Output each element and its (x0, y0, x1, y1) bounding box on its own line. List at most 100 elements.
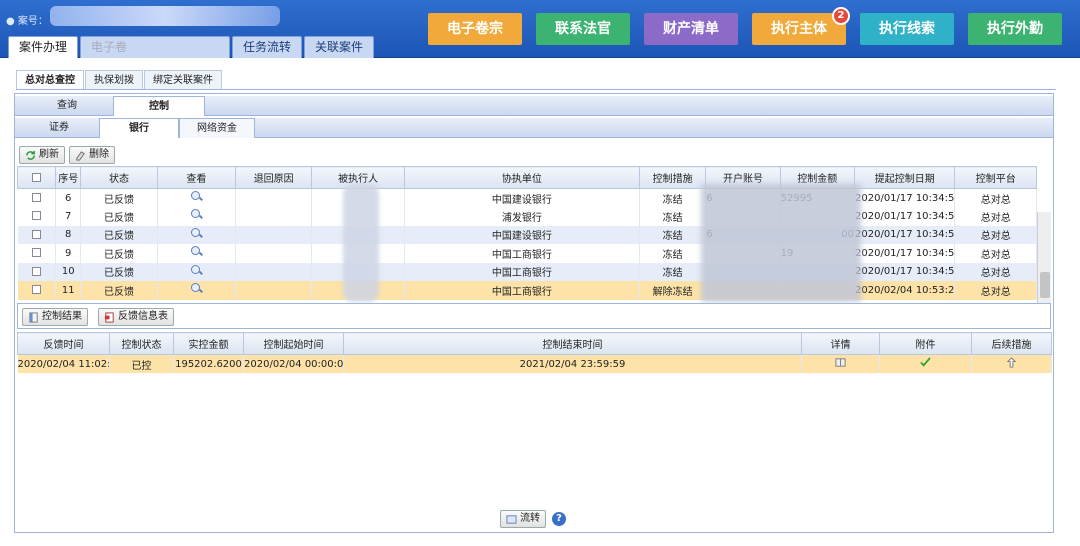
tab-bind-related[interactable]: 绑定关联案件 (144, 70, 222, 89)
row-unit: 中国工商银行 (404, 262, 640, 281)
col-no: 序号 (55, 166, 82, 189)
row-checkbox[interactable] (31, 266, 41, 276)
row-platform: 总对总 (954, 188, 1037, 207)
notification-badge: 2 (832, 7, 850, 25)
debtor-redacted (343, 184, 379, 302)
result-grid-header: 反馈时间 控制状态 实控金额 控制起始时间 控制结束时间 详情 附件 后续措施 (17, 332, 1052, 355)
row-no: 9 (55, 244, 82, 263)
view-cell (157, 207, 237, 226)
row-date: 2020/01/17 10:34:56 (854, 262, 956, 281)
magnifier-icon[interactable] (190, 209, 202, 220)
row-no: 10 (55, 262, 82, 281)
row-unit: 中国工商银行 (404, 281, 640, 300)
row-checkbox[interactable] (31, 229, 41, 239)
tab-control[interactable]: 控制 (113, 96, 205, 116)
tab-task-flow[interactable]: 任务流转 (232, 36, 303, 58)
row-unit: 中国建设银行 (404, 225, 640, 244)
delete-button[interactable]: 删除 (69, 146, 115, 164)
row-checkbox[interactable] (31, 193, 41, 202)
upload-arrow-icon[interactable] (1006, 357, 1017, 368)
flow-button[interactable]: 流转 (500, 510, 546, 528)
magnifier-icon[interactable] (190, 191, 202, 202)
row-status: 已反馈 (80, 188, 158, 207)
control-panel: 查询 控制 证券 银行 网络资金 刷新 删除 序号 状态 查看 退回原因 被执行… (14, 93, 1054, 533)
feedback-time: 2020/02/04 11:02:18 (17, 354, 110, 373)
execution-subject-button[interactable]: 执行主体 2 (752, 7, 850, 45)
row-checkbox[interactable] (31, 248, 41, 258)
magnifier-icon[interactable] (190, 283, 202, 294)
case-number-redacted (50, 6, 280, 26)
tab-bank[interactable]: 银行 (99, 118, 179, 138)
book-icon[interactable] (835, 357, 846, 368)
start-time: 2020/02/04 00:00:00 (243, 354, 344, 373)
grid-toolbar: 刷新 删除 (19, 146, 115, 164)
row-platform: 总对总 (954, 244, 1037, 263)
view-cell (157, 244, 237, 263)
col-assist-unit: 协执单位 (403, 166, 640, 189)
property-list-button[interactable]: 财产清单 (644, 13, 738, 45)
col-details: 详情 (801, 332, 880, 355)
row-status: 已反馈 (80, 262, 158, 281)
view-cell (157, 188, 237, 207)
pdf-icon (104, 311, 114, 323)
magnifier-icon[interactable] (190, 264, 202, 276)
control-result-label: 控制结果 (42, 311, 82, 322)
col-platform: 控制平台 (954, 166, 1037, 189)
tab-preservation-transfer[interactable]: 执保划拨 (85, 70, 143, 89)
checkmark-icon[interactable] (920, 357, 931, 368)
tab-online-funds[interactable]: 网络资金 (179, 118, 255, 138)
eraser-icon (76, 150, 85, 161)
tab-query[interactable]: 查询 (21, 96, 113, 116)
help-icon[interactable]: ? (552, 512, 566, 526)
feedback-info-button[interactable]: 反馈信息表 (98, 308, 174, 326)
row-no: 8 (55, 225, 82, 244)
refresh-button[interactable]: 刷新 (19, 146, 65, 164)
field-execution-button[interactable]: 执行外勤 (968, 13, 1062, 45)
table-row[interactable]: 8 已反馈 中国建设银行 冻结 6 00 2020/01/17 10:34:56… (17, 225, 1037, 244)
table-row-selected[interactable]: 11 已反馈 中国工商银行 解除冻结 2020/02/04 10:53:25 总… (17, 281, 1037, 300)
execution-subject-label: 执行主体 (771, 21, 827, 37)
row-measure: 冻结 (639, 188, 707, 207)
result-toolbar: 控制结果 反馈信息表 (17, 303, 1051, 329)
row-measure: 冻结 (639, 207, 707, 226)
col-follow-up: 后续措施 (971, 332, 1052, 355)
row-platform: 总对总 (954, 262, 1037, 281)
table-row[interactable]: 7 已反馈 浦发银行 冻结 2020/01/17 10:34:56 总对总 (17, 207, 1037, 226)
view-cell (157, 281, 237, 300)
row-unit: 浦发银行 (404, 207, 640, 226)
control-grid-header: 序号 状态 查看 退回原因 被执行人 协执单位 控制措施 开户账号 控制金额 提… (16, 166, 1037, 189)
magnifier-icon[interactable] (190, 246, 202, 257)
scrollbar-thumb[interactable] (1040, 272, 1050, 298)
table-row[interactable]: 9 已反馈 中国工商银行 冻结 19 2020/01/17 10:34:56 总… (17, 244, 1037, 263)
electronic-dossier-button[interactable]: 电子卷宗 (428, 13, 522, 45)
execution-clues-button[interactable]: 执行线索 (860, 13, 954, 45)
col-attachment: 附件 (879, 332, 972, 355)
tab-related-cases[interactable]: 关联案件 (304, 36, 375, 58)
col-actual-amount: 实控金额 (173, 332, 244, 355)
tab-securities[interactable]: 证券 (19, 118, 99, 138)
row-date: 2020/02/04 10:53:25 (854, 281, 956, 300)
row-measure: 解除冻结 (639, 281, 707, 300)
row-measure: 冻结 (639, 244, 707, 263)
row-no: 11 (55, 281, 82, 300)
row-no: 7 (55, 207, 82, 226)
row-checkbox[interactable] (31, 211, 41, 221)
magnifier-icon[interactable] (190, 227, 202, 239)
select-all-checkbox[interactable] (16, 166, 57, 189)
row-platform: 总对总 (954, 207, 1037, 226)
row-no: 6 (55, 188, 82, 207)
contact-judge-button[interactable]: 联系法官 (536, 13, 630, 45)
col-status: 状态 (80, 166, 158, 189)
row-status: 已反馈 (80, 244, 158, 263)
tab-total-query[interactable]: 总对总查控 (16, 70, 84, 89)
table-row[interactable]: 10 已反馈 中国工商银行 冻结 2020/01/17 10:34:56 总对总 (17, 262, 1037, 281)
refresh-label: 刷新 (39, 149, 59, 160)
feedback-info-label: 反馈信息表 (118, 311, 168, 322)
tab-electronic-file[interactable]: 电子卷 (80, 36, 231, 58)
row-checkbox[interactable] (31, 285, 41, 295)
checkbox[interactable] (32, 172, 42, 182)
table-row[interactable]: 6 已反馈 中国建设银行 冻结 6 52995 2020/01/17 10:34… (17, 188, 1037, 207)
control-result-button[interactable]: 控制结果 (22, 308, 88, 326)
tab-case-handling[interactable]: 案件办理 (8, 36, 79, 58)
result-row[interactable]: 2020/02/04 11:02:18 已控 195202.6200 2020/… (17, 354, 1052, 373)
